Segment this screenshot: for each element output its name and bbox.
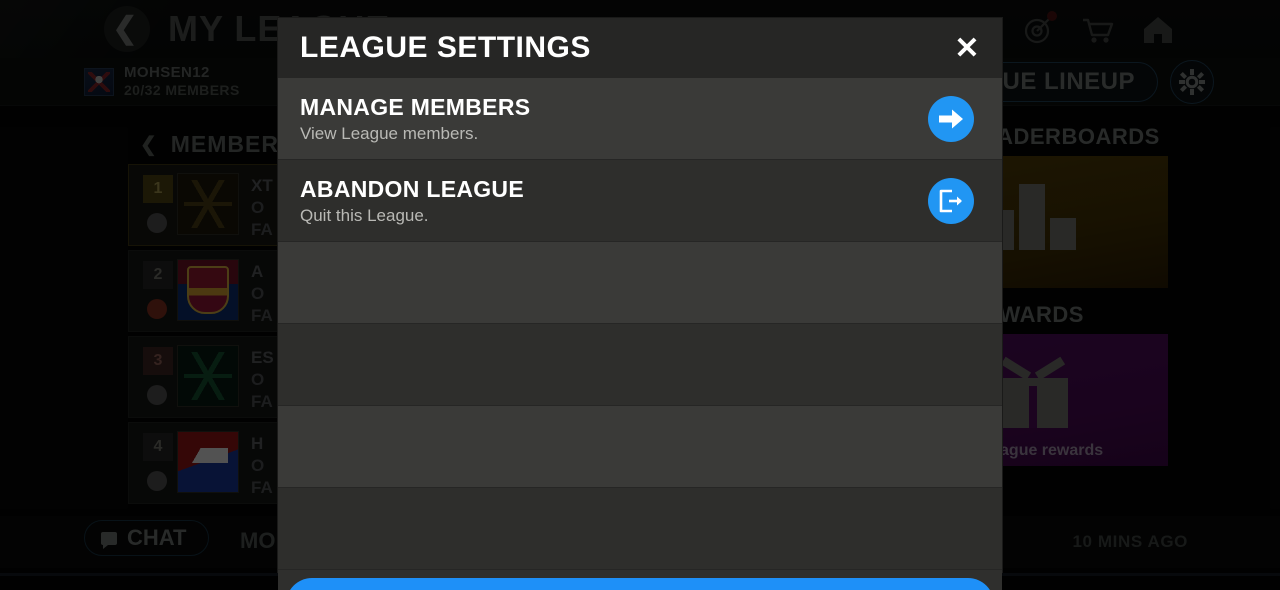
dialog-header: LEAGUE SETTINGS ✕ xyxy=(278,18,1002,78)
app-root: ❮ MY LEAGUE xyxy=(0,0,1280,590)
exit-door-icon xyxy=(939,189,962,212)
menu-item-text: ABANDON LEAGUE Quit this League. xyxy=(300,176,524,226)
menu-item-manage-members[interactable]: MANAGE MEMBERS View League members. xyxy=(278,78,1002,160)
league-settings-dialog: LEAGUE SETTINGS ✕ MANAGE MEMBERS View Le… xyxy=(278,18,1002,590)
abandon-league-action-button[interactable] xyxy=(928,177,974,224)
menu-item-abandon-league[interactable]: ABANDON LEAGUE Quit this League. xyxy=(278,160,1002,242)
menu-item-empty xyxy=(278,488,1002,570)
manage-members-action-button[interactable] xyxy=(928,95,974,142)
dialog-options-list: MANAGE MEMBERS View League members. ABAN… xyxy=(278,78,1002,570)
dialog-title: LEAGUE SETTINGS xyxy=(300,31,591,64)
menu-item-title: MANAGE MEMBERS xyxy=(300,93,531,120)
dialog-footer: DONE xyxy=(278,570,1002,590)
menu-item-title: ABANDON LEAGUE xyxy=(300,175,524,202)
menu-item-empty xyxy=(278,324,1002,406)
menu-item-empty xyxy=(278,242,1002,324)
menu-item-text: MANAGE MEMBERS View League members. xyxy=(300,94,530,144)
done-button[interactable]: DONE xyxy=(286,578,994,590)
menu-item-subtitle: View League members. xyxy=(300,123,479,143)
menu-item-subtitle: Quit this League. xyxy=(300,205,429,225)
menu-item-empty xyxy=(278,406,1002,488)
arrow-right-icon xyxy=(939,109,963,128)
close-icon[interactable]: ✕ xyxy=(948,30,986,68)
